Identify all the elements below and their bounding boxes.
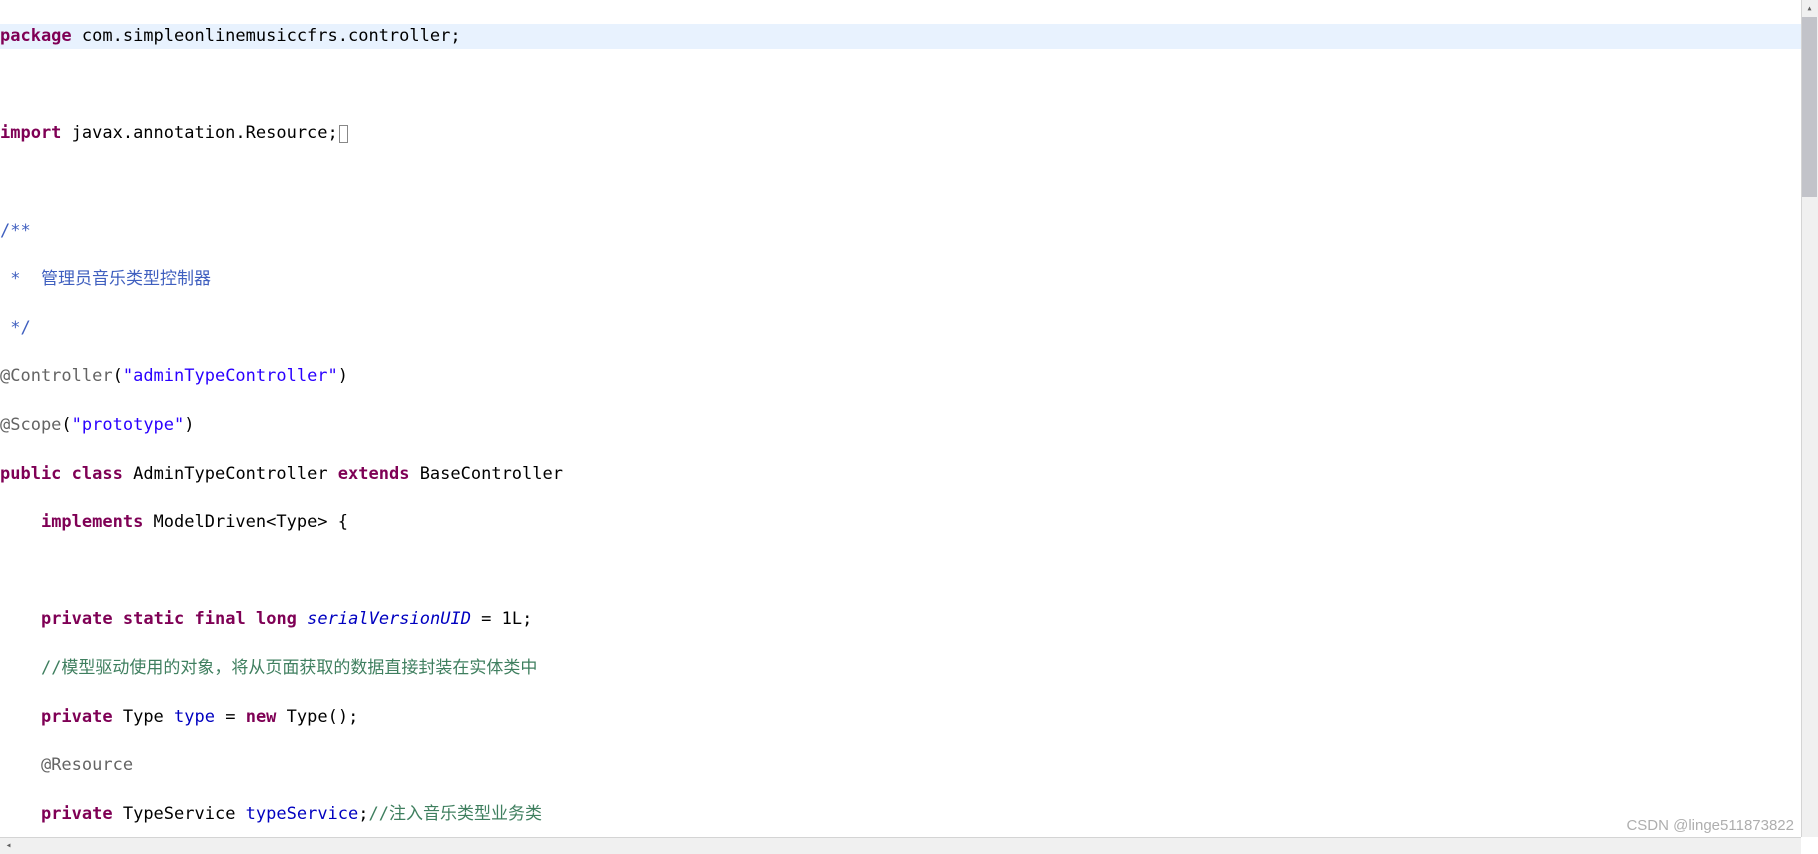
- code-line-5: /**: [0, 219, 1818, 243]
- code-line-16: @Resource: [0, 753, 1818, 777]
- watermark-text: CSDN @linge511873822: [1626, 817, 1794, 834]
- code-editor[interactable]: package com.simpleonlinemusiccfrs.contro…: [0, 0, 1818, 854]
- code-line-4: [0, 170, 1818, 194]
- code-line-7: */: [0, 316, 1818, 340]
- code-line-14: //模型驱动使用的对象，将从页面获取的数据直接封装在实体类中: [0, 656, 1818, 680]
- code-line-13: private static final long serialVersionU…: [0, 607, 1818, 631]
- code-line-9: @Scope("prototype"): [0, 413, 1818, 437]
- code-line-11: implements ModelDriven<Type> {: [0, 510, 1818, 534]
- code-content: package com.simpleonlinemusiccfrs.contro…: [0, 0, 1818, 854]
- code-line-6: * 管理员音乐类型控制器: [0, 267, 1818, 291]
- code-line-17: private TypeService typeService;//注入音乐类型…: [0, 802, 1818, 826]
- horizontal-scrollbar[interactable]: ◂: [0, 837, 1801, 854]
- scroll-left-arrow[interactable]: ◂: [1, 838, 16, 853]
- code-line-1: package com.simpleonlinemusiccfrs.contro…: [0, 24, 1818, 48]
- code-line-3: import javax.annotation.Resource;: [0, 121, 1818, 145]
- code-line-12: [0, 559, 1818, 583]
- code-line-2: [0, 73, 1818, 97]
- code-line-10: public class AdminTypeController extends…: [0, 462, 1818, 486]
- code-line-15: private Type type = new Type();: [0, 705, 1818, 729]
- scroll-up-arrow[interactable]: ▴: [1802, 1, 1817, 16]
- vertical-scrollbar[interactable]: ▴: [1801, 0, 1818, 837]
- code-line-8: @Controller("adminTypeController"): [0, 364, 1818, 388]
- collapsed-marker[interactable]: [339, 125, 348, 143]
- vertical-scroll-thumb[interactable]: [1802, 17, 1817, 197]
